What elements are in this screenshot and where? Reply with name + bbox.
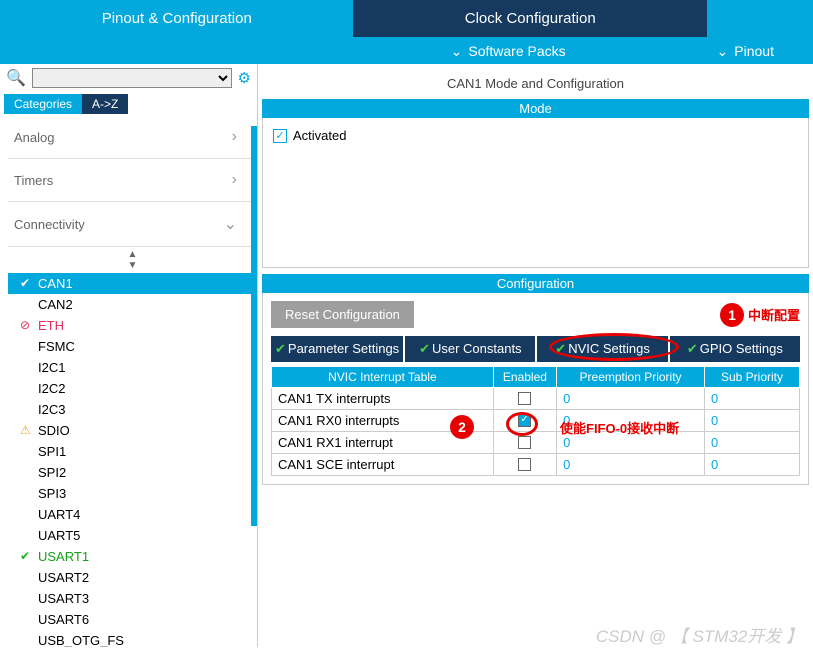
item-i2c3[interactable]: I2C3: [8, 399, 257, 420]
group-timers-label: Timers: [14, 173, 53, 188]
tab-parameter-settings[interactable]: ✔Parameter Settings: [271, 336, 403, 362]
checkbox[interactable]: [518, 458, 531, 471]
configuration-panel: Reset Configuration 1 中断配置 ✔Parameter Se…: [262, 293, 809, 485]
mode-header: Mode: [262, 99, 809, 118]
annotation-1-badge: 1: [720, 303, 744, 327]
item-i2c1[interactable]: I2C1: [8, 357, 257, 378]
check-icon: ✔: [419, 341, 430, 356]
sub-bar-spacer: [0, 43, 339, 60]
check-icon: ✔: [20, 549, 30, 563]
activated-checkbox[interactable]: ✓ Activated: [273, 128, 798, 143]
tab-categories[interactable]: Categories: [4, 94, 82, 114]
watermark: CSDN @ 【 STM32开发 】: [596, 622, 803, 647]
chevron-right-icon: ›: [232, 171, 237, 189]
annotation-1-text: 中断配置: [748, 305, 800, 324]
left-pane: 🔍 ⚙ Categories A->Z Analog › Timers › Conn…: [0, 64, 258, 647]
check-icon: ✔: [20, 276, 30, 290]
check-icon: ✔: [555, 341, 566, 356]
item-usart2[interactable]: USART2: [8, 567, 257, 588]
nvic-table: NVIC Interrupt Table Enabled Preemption …: [271, 366, 800, 476]
menu-pinout[interactable]: Pinout: [678, 43, 813, 60]
search-select[interactable]: [32, 68, 232, 88]
table-row[interactable]: CAN1 TX interrupts 0 0: [272, 388, 800, 410]
tab-blank: [707, 0, 813, 37]
checkbox-checked[interactable]: [518, 414, 531, 427]
col-nvic-name: NVIC Interrupt Table: [272, 367, 494, 388]
item-spi2[interactable]: SPI2: [8, 462, 257, 483]
group-analog[interactable]: Analog ›: [8, 116, 257, 159]
right-pane: CAN1 Mode and Configuration Mode ✓ Activ…: [258, 64, 813, 647]
item-spi3[interactable]: SPI3: [8, 483, 257, 504]
item-i2c2[interactable]: I2C2: [8, 378, 257, 399]
item-uart4[interactable]: UART4: [8, 504, 257, 525]
item-usart3[interactable]: USART3: [8, 588, 257, 609]
col-preemption: Preemption Priority: [557, 367, 705, 388]
page-title: CAN1 Mode and Configuration: [262, 68, 809, 99]
tab-gpio-settings[interactable]: ✔GPIO Settings: [670, 336, 800, 362]
activated-label: Activated: [293, 128, 346, 143]
check-icon: ✔: [687, 341, 698, 356]
gear-icon[interactable]: ⚙: [238, 69, 251, 87]
checkbox-icon: ✓: [273, 129, 287, 143]
item-usart6[interactable]: USART6: [8, 609, 257, 630]
group-analog-label: Analog: [14, 130, 54, 145]
group-connectivity[interactable]: Connectivity ⌄: [8, 202, 257, 247]
table-row[interactable]: CAN1 RX0 interrupts 0 0: [272, 410, 800, 432]
warning-icon: ⚠: [20, 423, 31, 437]
item-eth[interactable]: ⊘ETH: [8, 315, 257, 336]
col-sub-priority: Sub Priority: [704, 367, 799, 388]
tab-pinout-config[interactable]: Pinout & Configuration: [0, 0, 353, 37]
mode-panel: ✓ Activated: [262, 118, 809, 268]
tab-a-z[interactable]: A->Z: [82, 94, 128, 114]
updown-icon[interactable]: ▲▼: [8, 247, 257, 273]
search-icon[interactable]: 🔍: [6, 68, 26, 88]
group-timers[interactable]: Timers ›: [8, 159, 257, 202]
chevron-right-icon: ›: [232, 128, 237, 146]
tab-user-constants[interactable]: ✔User Constants: [405, 336, 535, 362]
col-enabled: Enabled: [493, 367, 556, 388]
reset-configuration-button[interactable]: Reset Configuration: [271, 301, 414, 328]
category-tree: Analog › Timers › Connectivity ⌄ ▲▼ ✔CAN1 C…: [0, 116, 257, 647]
tab-clock-config[interactable]: Clock Configuration: [353, 0, 706, 37]
tab-nvic-settings[interactable]: ✔NVIC Settings: [537, 336, 667, 362]
table-row[interactable]: CAN1 RX1 interrupt 0 0: [272, 432, 800, 454]
item-can1[interactable]: ✔CAN1: [8, 273, 257, 294]
item-usart1[interactable]: ✔USART1: [8, 546, 257, 567]
table-row[interactable]: CAN1 SCE interrupt 0 0: [272, 454, 800, 476]
item-spi1[interactable]: SPI1: [8, 441, 257, 462]
disabled-icon: ⊘: [20, 318, 30, 332]
item-sdio[interactable]: ⚠SDIO: [8, 420, 257, 441]
item-uart5[interactable]: UART5: [8, 525, 257, 546]
check-icon: ✔: [275, 341, 286, 356]
item-fsmc[interactable]: FSMC: [8, 336, 257, 357]
checkbox[interactable]: [518, 392, 531, 405]
configuration-header: Configuration: [262, 274, 809, 293]
item-usb-otg-fs[interactable]: USB_OTG_FS: [8, 630, 257, 647]
menu-software-packs[interactable]: Software Packs: [339, 43, 678, 60]
checkbox[interactable]: [518, 436, 531, 449]
annotation-1: 1 中断配置: [720, 303, 800, 327]
group-connectivity-label: Connectivity: [14, 217, 85, 232]
item-can2[interactable]: CAN2: [8, 294, 257, 315]
chevron-down-icon: ⌄: [224, 214, 237, 234]
